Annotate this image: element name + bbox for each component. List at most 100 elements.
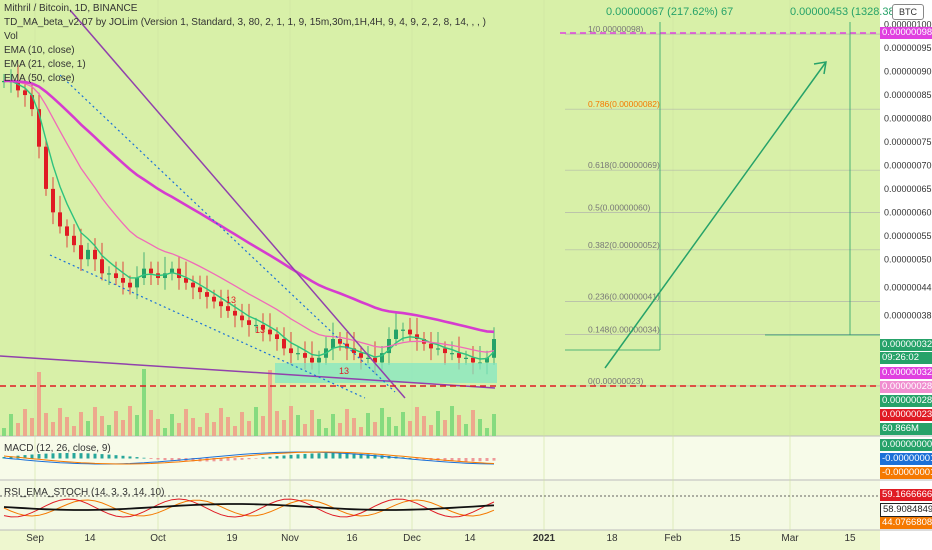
volume-bar — [135, 415, 139, 436]
volume-bar — [366, 413, 370, 436]
x-tick: 18 — [606, 533, 618, 544]
macd-histogram-bar — [317, 453, 321, 459]
volume-bar — [373, 422, 377, 436]
candle — [275, 334, 279, 340]
volume-bar — [16, 423, 20, 436]
td-count-label: 13 — [226, 295, 236, 305]
volume-bar — [37, 372, 41, 436]
candle — [289, 348, 293, 354]
rsi-axis-label: 59.16666667 — [880, 489, 932, 501]
y-tick: 0.00000090 — [884, 67, 932, 77]
volume-bar — [191, 418, 195, 436]
legend-td-ma[interactable]: TD_MA_beta_v2.07 by JOLim (Version 1, St… — [4, 17, 486, 28]
x-tick: 14 — [464, 533, 476, 544]
macd-histogram-bar — [93, 453, 97, 459]
chart-stage: 1(0.00000098) 0.786(0.00000082) 0.618(0.00… — [0, 0, 932, 550]
candle — [317, 357, 321, 363]
macd-histogram-bar — [492, 458, 496, 461]
volume-bar — [485, 428, 489, 436]
legend-macd[interactable]: MACD (12, 26, close, 9) — [4, 443, 111, 454]
rsi-axis-label: 58.90848495 — [880, 503, 932, 517]
legend-vol[interactable]: Vol — [4, 31, 18, 42]
price-label: 0.00000032 — [880, 367, 932, 379]
candle — [492, 339, 496, 358]
legend-ema21[interactable]: EMA (21, close, 1) — [4, 59, 86, 70]
candle — [303, 353, 307, 358]
price-chart[interactable]: 1(0.00000098)0.786(0.00000082)0.618(0.00… — [0, 0, 932, 550]
volume-bar — [303, 424, 307, 436]
candle — [436, 348, 440, 350]
legend-ema50[interactable]: EMA (50, close) — [4, 73, 75, 84]
candle — [58, 212, 62, 227]
legend-rsi[interactable]: RSI_EMA_STOCH (14, 3, 3, 14, 10) — [4, 487, 164, 498]
volume-bar — [380, 408, 384, 436]
projection-label-2: 0.00000453 (1328.38%) — [790, 6, 909, 18]
macd-histogram-bar — [30, 454, 34, 459]
volume-bar — [345, 409, 349, 436]
volume-bar — [324, 428, 328, 436]
td-count-label: 13 — [255, 325, 265, 335]
candle — [331, 339, 335, 349]
candle — [72, 235, 76, 246]
x-tick: Mar — [781, 533, 799, 544]
volume-bar — [436, 411, 440, 436]
macd-histogram-bar — [289, 454, 293, 459]
macd-histogram-bar — [268, 456, 272, 459]
macd-histogram-bar — [275, 456, 279, 459]
price-label: 0.00000098 — [880, 27, 932, 39]
volume-bar — [177, 423, 181, 436]
candle — [79, 245, 83, 260]
currency-badge[interactable]: BTC — [892, 4, 924, 20]
volume-bar — [471, 410, 475, 436]
candle — [471, 357, 475, 363]
volume-bar — [156, 419, 160, 436]
volume-bar — [107, 425, 111, 436]
macd-histogram-bar — [324, 453, 328, 459]
volume-bar — [226, 417, 230, 436]
y-tick: 0.00000038 — [884, 311, 932, 321]
candle — [65, 226, 69, 236]
volume-bar — [170, 414, 174, 436]
macd-histogram-bar — [163, 458, 167, 461]
legend-ema10[interactable]: EMA (10, close) — [4, 45, 75, 56]
volume-bar — [387, 417, 391, 436]
candle — [226, 306, 230, 311]
volume-bar — [240, 412, 244, 436]
candle — [198, 287, 202, 293]
candle — [282, 339, 286, 349]
volume-bar — [443, 420, 447, 436]
candle — [142, 268, 146, 279]
macd-histogram-bar — [338, 453, 342, 459]
candle — [121, 278, 125, 283]
candle — [408, 329, 412, 335]
volume-bar — [233, 426, 237, 436]
candle — [233, 310, 237, 316]
volume-bar — [394, 426, 398, 436]
macd-histogram-bar — [233, 458, 237, 461]
macd-histogram-bar — [471, 458, 475, 462]
candle — [114, 273, 118, 279]
volume-bar — [79, 412, 83, 436]
y-tick: 0.00000080 — [884, 114, 932, 124]
price-label: 0.00000032 — [880, 339, 932, 351]
chart-title[interactable]: Mithril / Bitcoin, 1D, BINANCE — [4, 3, 137, 14]
fib-label: 0.148(0.00000034) — [588, 324, 660, 334]
candle — [149, 268, 153, 274]
x-tick: Nov — [281, 533, 299, 544]
candle — [128, 282, 132, 288]
candle — [93, 249, 97, 260]
candle — [366, 357, 370, 359]
candle — [247, 320, 251, 325]
td-count-label: 13 — [339, 366, 349, 376]
volume-bar — [492, 414, 496, 436]
y-tick: 0.00000065 — [884, 184, 932, 194]
macd-histogram-bar — [478, 458, 482, 462]
volume-bar — [142, 369, 146, 436]
volume-bar — [464, 424, 468, 436]
candle — [443, 348, 447, 354]
volume-bar — [9, 414, 13, 436]
macd-axis-label: -0.00000001 — [880, 453, 932, 465]
volume-bar — [163, 428, 167, 436]
macd-histogram-bar — [296, 454, 300, 459]
fib-label: 0(0.00000023) — [588, 376, 643, 386]
